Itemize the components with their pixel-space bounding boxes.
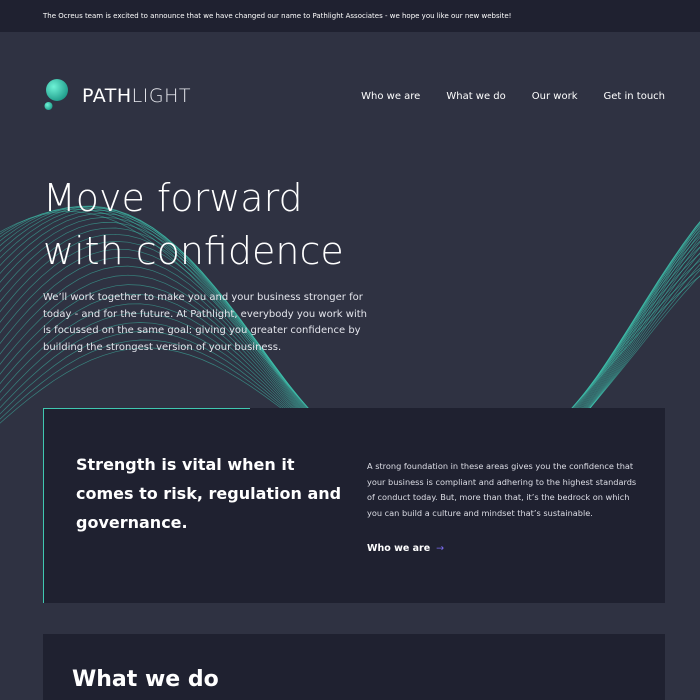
- nav-what-we-do[interactable]: What we do: [446, 91, 505, 105]
- hero-title-line-2: with confidence: [43, 229, 344, 273]
- feature-heading: Strength is vital when it comes to risk,…: [76, 455, 342, 532]
- who-we-are-link[interactable]: Who we are →: [367, 543, 444, 554]
- what-we-do-heading: What we do: [72, 667, 219, 692]
- logo-word-light: LIGHT: [131, 85, 191, 107]
- hero-title-line-1: Move forward: [43, 176, 303, 220]
- hero-title: Move forward with confidence: [43, 172, 403, 278]
- nav-get-in-touch[interactable]: Get in touch: [603, 91, 665, 105]
- logo-word-path: PATH: [82, 85, 132, 107]
- logo-wordmark: PATHLIGHT: [82, 85, 191, 107]
- logo-mark-icon: [44, 79, 68, 110]
- what-we-do-section: What we do: [43, 634, 665, 700]
- logo[interactable]: PATHLIGHT: [44, 77, 204, 113]
- nav-who-we-are[interactable]: Who we are: [361, 91, 420, 105]
- announcement-bar: The Ocreus team is excited to announce t…: [0, 0, 700, 32]
- feature-card: Strength is vital when it comes to risk,…: [43, 408, 665, 603]
- hero-description: We’ll work together to make you and your…: [43, 292, 367, 353]
- nav-our-work[interactable]: Our work: [532, 91, 578, 105]
- who-we-are-link-label: Who we are: [367, 543, 431, 554]
- arrow-right-icon: →: [436, 543, 445, 554]
- feature-body: A strong foundation in these areas gives…: [367, 461, 637, 518]
- main-nav: Who we are What we do Our work Get in to…: [335, 91, 665, 105]
